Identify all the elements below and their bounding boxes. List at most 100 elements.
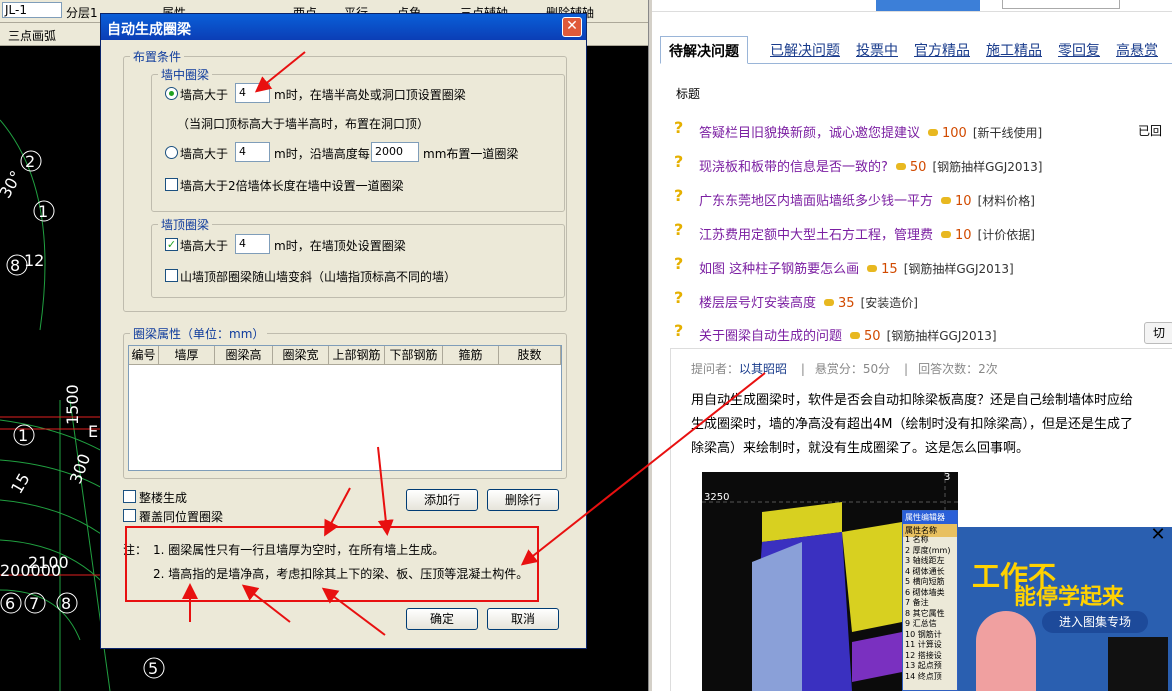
ok-button[interactable]: 确定 — [406, 608, 478, 630]
beam-properties-table[interactable]: 编号 墙厚 圈梁高 圈梁宽 上部钢筋 下部钢筋 箍筋 肢数 — [128, 345, 562, 471]
column-header[interactable]: 圈梁宽 — [273, 346, 329, 365]
ad-headline-2: 能停学起来 — [1014, 585, 1125, 610]
question-icon: ? — [674, 152, 684, 171]
question-title[interactable]: 如图 这种柱子钢筋要怎么画 — [699, 262, 859, 277]
dimension-label: 300 — [66, 451, 94, 486]
opt2-label: 墙高大于 — [180, 147, 229, 161]
top-description: m时，在墙顶处设置圈梁 — [274, 239, 406, 253]
whole-building-label: 整楼生成 — [139, 491, 188, 505]
column-header[interactable]: 上部钢筋 — [329, 346, 385, 365]
coin-icon — [941, 197, 952, 204]
interval-input[interactable]: 2000 — [371, 142, 419, 162]
score: 50 — [909, 160, 927, 175]
coin-icon — [867, 265, 878, 272]
search-button[interactable] — [876, 0, 980, 11]
property-editor-panel: 属性编辑器 属性名称 1 名称 2 厚度(mm) 3 轴线距左 4 砌体通长 5… — [902, 510, 958, 691]
ad-book-image — [1108, 637, 1168, 691]
question-title[interactable]: 现浇板和板带的信息是否一致的? — [699, 160, 888, 175]
three-point-arc-button[interactable]: 三点画弧 — [8, 27, 56, 44]
score: 15 — [881, 262, 898, 277]
ad-banner[interactable]: 工作不 能停学起来 进入图集专场 — [958, 527, 1172, 691]
tab-zero-reply[interactable]: 零回复 — [1058, 40, 1100, 60]
opt2-radio[interactable] — [165, 146, 178, 159]
opt2-height-input[interactable]: 4 — [235, 142, 270, 162]
category[interactable]: [安装造价] — [861, 296, 918, 310]
ad-close-icon[interactable]: ✕ — [1148, 525, 1168, 545]
layer-combo[interactable]: 分层1 — [66, 4, 98, 21]
whole-building-checkbox[interactable] — [123, 490, 136, 503]
ad-enter-button[interactable]: 进入图集专场 — [1042, 611, 1148, 633]
category[interactable]: [新干线使用] — [973, 126, 1042, 140]
top-checkbox[interactable]: ✓ — [165, 238, 178, 251]
embedded-screenshot[interactable]: 3250 3 属性编辑器 属性名称 1 名称 2 厚度(mm) 3 轴线距左 4… — [702, 472, 958, 691]
auto-generate-ring-beam-dialog: 自动生成圈梁 ✕ 布置条件 墙中圈梁 墙高大于 4 m时，在墙半高处或洞口顶设置… — [100, 13, 587, 649]
question-title[interactable]: 楼层层号灯安装高度 — [699, 296, 816, 311]
column-header[interactable]: 圈梁高 — [215, 346, 273, 365]
close-icon[interactable]: ✕ — [562, 17, 582, 37]
coin-icon — [824, 299, 835, 306]
asker-link[interactable]: 以其昭昭 — [739, 362, 787, 376]
opt3-checkbox[interactable] — [165, 178, 178, 191]
opt1-height-input[interactable]: 4 — [235, 83, 270, 103]
secondary-button[interactable] — [1002, 0, 1120, 9]
reward: 悬赏分：50分 — [814, 362, 891, 376]
dialog-titlebar[interactable]: 自动生成圈梁 ✕ — [101, 14, 586, 40]
gable-checkbox[interactable] — [165, 269, 178, 282]
score: 100 — [942, 126, 967, 141]
tab-official[interactable]: 官方精品 — [914, 40, 970, 60]
status: 已回 — [1138, 124, 1163, 138]
tab-pending[interactable]: 待解决问题 — [660, 36, 748, 64]
ad-character-image — [976, 611, 1036, 691]
top-height-input[interactable]: 4 — [235, 234, 270, 254]
coin-icon — [928, 129, 939, 136]
question-icon: ? — [674, 118, 684, 137]
column-header[interactable]: 下部钢筋 — [385, 346, 443, 365]
column-header[interactable]: 墙厚 — [159, 346, 215, 365]
axis-label: 5 — [148, 659, 158, 678]
panel-title: 属性编辑器 — [903, 511, 957, 524]
question-title[interactable]: 答疑栏目旧貌换新颜，诚心邀您提建议 — [699, 126, 920, 141]
question-title[interactable]: 江苏费用定额中大型土石方工程，管理费 — [699, 228, 933, 243]
opt1-description: m时，在墙半高处或洞口顶设置圈梁 — [274, 88, 466, 102]
category[interactable]: [计价依据] — [978, 228, 1035, 242]
column-header[interactable]: 编号 — [129, 346, 159, 365]
group-label: 墙顶圈梁 — [158, 216, 213, 233]
tab-voting[interactable]: 投票中 — [856, 40, 898, 60]
element-combo[interactable]: JL-1 — [2, 2, 62, 18]
dimension-label: 3250 — [704, 492, 729, 503]
column-header: 标题 — [676, 87, 701, 101]
category[interactable]: [钢筋抽样GGJ2013] — [932, 160, 1042, 174]
question-body: 用自动生成圈梁时，软件是否会自动扣除梁板高度？还是自己绘制墙体时应给 生成圈梁时… — [691, 393, 1134, 456]
axis-label: 6 — [5, 594, 15, 613]
opt2-mid-label: m时，沿墙高度每 — [274, 147, 370, 161]
column-header[interactable]: 箍筋 — [443, 346, 499, 365]
cancel-button[interactable]: 取消 — [487, 608, 559, 630]
wall-top-beam-group: 墙顶圈梁 — [151, 216, 565, 298]
axis-label: 2 — [25, 152, 35, 171]
opt1-radio[interactable] — [165, 87, 178, 100]
question-title[interactable]: 关于圈梁自动生成的问题 — [699, 329, 842, 344]
add-row-button[interactable]: 添加行 — [406, 489, 478, 511]
category[interactable]: [钢筋抽样GGJ2013] — [904, 262, 1014, 276]
overwrite-checkbox[interactable] — [123, 509, 136, 522]
delete-row-button[interactable]: 删除行 — [487, 489, 559, 511]
dimension-label: 15 — [7, 470, 34, 497]
category[interactable]: [材料价格] — [978, 194, 1035, 208]
tab-solved[interactable]: 已解决问题 — [770, 40, 840, 60]
question-icon: ? — [674, 186, 684, 205]
tab-construction[interactable]: 施工精品 — [986, 40, 1042, 60]
question-title[interactable]: 广东东莞地区内墙面贴墙纸多少钱一平方 — [699, 194, 933, 209]
top-label: 墙高大于 — [180, 239, 229, 253]
category[interactable]: [钢筋抽样GGJ2013] — [887, 329, 997, 343]
opt3-label: 墙高大于2倍墙体长度在墙中设置一道圈梁 — [180, 179, 404, 193]
axis-label: 8 — [10, 256, 20, 275]
tab-high-reward[interactable]: 高悬赏 — [1116, 40, 1158, 60]
column-header[interactable]: 肢数 — [499, 346, 561, 365]
side-button[interactable]: 切 — [1144, 322, 1172, 344]
coin-icon — [941, 231, 952, 238]
question-icon: ? — [674, 220, 684, 239]
opt1-label: 墙高大于 — [180, 88, 229, 102]
angle-label: 30° — [0, 167, 26, 201]
axis-label: 3 — [944, 472, 950, 483]
list-item-selected[interactable]: ? 关于圈梁自动生成的问题 50 [钢筋抽样GGJ2013] — [674, 321, 1144, 345]
